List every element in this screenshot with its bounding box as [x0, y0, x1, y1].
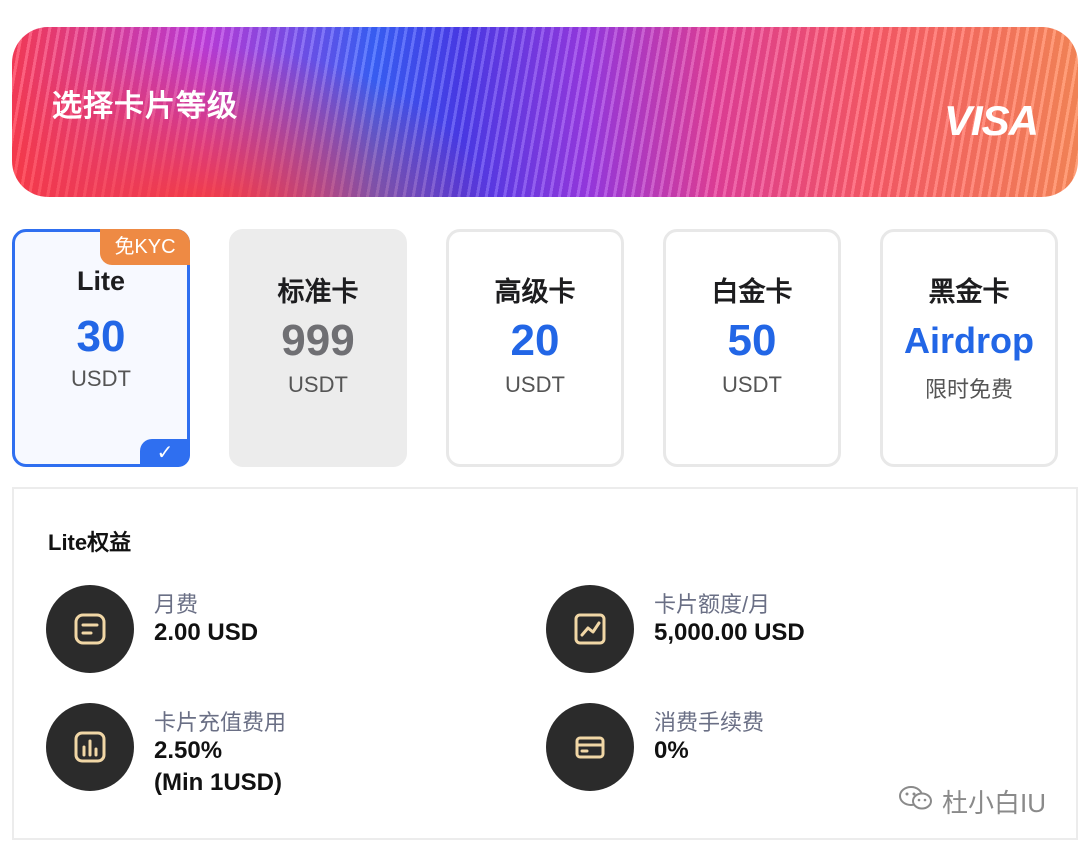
no-kyc-badge: 免KYC: [100, 229, 190, 265]
tier-name: 高级卡: [494, 277, 576, 307]
benefit-label: 月费: [154, 592, 199, 617]
benefits-panel: Lite权益 月费 2.00 USD 卡片额度/月 5,000.00 USD 卡…: [12, 487, 1078, 840]
tier-platinum[interactable]: 白金卡 50 USDT: [663, 229, 841, 467]
tier-price: 20: [510, 316, 560, 365]
visa-logo: VISA: [943, 97, 1039, 144]
benefit-label: 卡片充值费用: [154, 710, 287, 735]
bar-chart-icon: [46, 703, 134, 791]
tier-unit: USDT: [71, 366, 131, 391]
watermark: 杜小白IU: [898, 783, 1046, 820]
benefit-label: 卡片额度/月: [654, 592, 771, 617]
benefit-value: 0%: [654, 737, 689, 764]
tier-unit: 限时免费: [924, 377, 1013, 402]
benefit-monthly-fee: 月费 2.00 USD: [46, 585, 496, 705]
tier-black-gold[interactable]: 黑金卡 Airdrop 限时免费: [880, 229, 1058, 467]
tier-lite[interactable]: 免KYC Lite 30 USDT ✓: [12, 229, 190, 467]
tier-unit: USDT: [288, 372, 348, 397]
wechat-icon: [898, 784, 934, 819]
benefits-title: Lite权益: [48, 530, 132, 555]
watermark-text: 杜小白IU: [941, 788, 1046, 818]
tier-price: 50: [727, 316, 777, 365]
card-icon: [546, 703, 634, 791]
tier-name: Lite: [76, 266, 125, 296]
document-icon: [46, 585, 134, 673]
tier-premium[interactable]: 高级卡 20 USDT: [446, 229, 624, 467]
benefit-value: 5,000.00 USD: [654, 619, 805, 646]
selected-check-icon: ✓: [140, 439, 190, 467]
benefit-topup-fee: 卡片充值费用 2.50% (Min 1USD): [46, 703, 496, 823]
tier-price: Airdrop: [904, 320, 1034, 361]
line-chart-icon: [546, 585, 634, 673]
tier-unit: USDT: [722, 372, 782, 397]
tier-price: 999: [281, 316, 355, 365]
tier-name: 标准卡: [277, 277, 359, 307]
tier-unit: USDT: [505, 372, 565, 397]
benefit-value: 2.50% (Min 1USD): [154, 737, 282, 796]
tier-price: 30: [76, 312, 126, 361]
benefit-card-limit: 卡片额度/月 5,000.00 USD: [546, 585, 996, 705]
card-banner: 选择卡片等级 VISA: [12, 27, 1078, 197]
tier-standard[interactable]: 标准卡 999 USDT: [229, 229, 407, 467]
tier-name: 白金卡: [711, 277, 793, 307]
benefit-value: 2.00 USD: [154, 619, 259, 646]
tier-name: 黑金卡: [928, 277, 1010, 307]
tier-selector: 免KYC Lite 30 USDT ✓ 标准卡 999 USDT 高级卡 20 …: [12, 229, 1078, 467]
banner-title: 选择卡片等级: [52, 90, 238, 123]
benefit-label: 消费手续费: [654, 710, 765, 735]
